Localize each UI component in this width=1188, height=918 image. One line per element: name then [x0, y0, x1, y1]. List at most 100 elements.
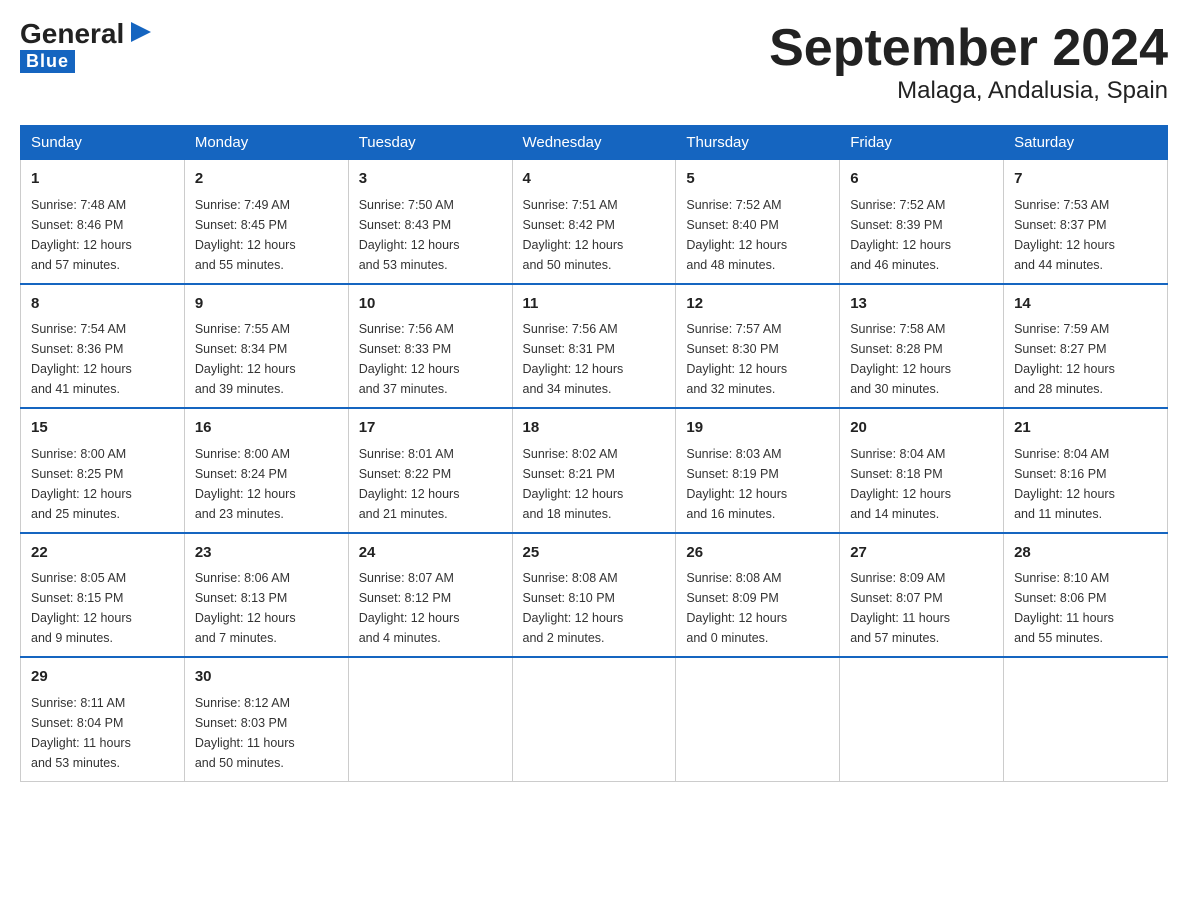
col-friday: Friday: [840, 126, 1004, 160]
day-number: 20: [850, 417, 993, 440]
col-saturday: Saturday: [1004, 126, 1168, 160]
calendar-cell: 16 Sunrise: 8:00 AMSunset: 8:24 PMDayligh…: [184, 408, 348, 533]
day-info: Sunrise: 8:05 AMSunset: 8:15 PMDaylight:…: [31, 568, 174, 648]
day-info: Sunrise: 8:08 AMSunset: 8:10 PMDaylight:…: [523, 568, 666, 648]
day-info: Sunrise: 8:10 AMSunset: 8:06 PMDaylight:…: [1014, 568, 1157, 648]
daylight-line: Daylight: 12 hours: [1014, 362, 1115, 376]
day-info: Sunrise: 8:01 AMSunset: 8:22 PMDaylight:…: [359, 444, 502, 524]
sunrise-line: Sunrise: 7:57 AM: [686, 322, 781, 336]
calendar-cell: 6Sunrise: 7:52 AMSunset: 8:39 PMDaylight…: [840, 160, 1004, 284]
day-number: 10: [359, 293, 502, 316]
day-info: Sunrise: 8:04 AMSunset: 8:18 PMDaylight:…: [850, 444, 993, 524]
sunrise-line: Sunrise: 7:49 AM: [195, 198, 290, 212]
sunset-line: Sunset: 8:22 PM: [359, 467, 451, 481]
calendar-cell: 25Sunrise: 8:08 AMSunset: 8:10 PMDayligh…: [512, 533, 676, 658]
daylight-minutes: and 53 minutes.: [31, 756, 120, 770]
calendar-cell: [1004, 657, 1168, 781]
sunrise-line: Sunrise: 7:51 AM: [523, 198, 618, 212]
daylight-line: Daylight: 12 hours: [359, 487, 460, 501]
sunset-line: Sunset: 8:18 PM: [850, 467, 942, 481]
daylight-line: Daylight: 12 hours: [31, 362, 132, 376]
page-header: General Blue September 2024 Malaga, Anda…: [20, 20, 1168, 105]
daylight-minutes: and 28 minutes.: [1014, 382, 1103, 396]
calendar-week-3: 15Sunrise: 8:00 AMSunset: 8:25 PMDayligh…: [21, 408, 1168, 533]
calendar-cell: 26 Sunrise: 8:08 AMSunset: 8:09 PMDayligh…: [676, 533, 840, 658]
calendar-cell: 11Sunrise: 7:56 AMSunset: 8:31 PMDayligh…: [512, 284, 676, 409]
day-number: 11: [523, 293, 666, 316]
day-number: 25: [523, 542, 666, 565]
day-info: Sunrise: 8:00 AMSunset: 8:24 PMDaylight:…: [195, 444, 338, 524]
daylight-line: Daylight: 12 hours: [195, 487, 296, 501]
daylight-minutes: and 55 minutes.: [195, 258, 284, 272]
daylight-minutes: and 25 minutes.: [31, 507, 120, 521]
daylight-line: Daylight: 12 hours: [31, 611, 132, 625]
daylight-line: Daylight: 12 hours: [850, 487, 951, 501]
day-info: Sunrise: 7:52 AMSunset: 8:39 PMDaylight:…: [850, 195, 993, 275]
calendar-cell: 2Sunrise: 7:49 AMSunset: 8:45 PMDaylight…: [184, 160, 348, 284]
daylight-line: Daylight: 12 hours: [31, 487, 132, 501]
day-number: 16: [195, 417, 338, 440]
sunrise-line: Sunrise: 8:03 AM: [686, 447, 781, 461]
sunrise-line: Sunrise: 8:07 AM: [359, 571, 454, 585]
daylight-minutes: and 55 minutes.: [1014, 631, 1103, 645]
calendar-cell: 22Sunrise: 8:05 AMSunset: 8:15 PMDayligh…: [21, 533, 185, 658]
sunset-line: Sunset: 8:31 PM: [523, 342, 615, 356]
calendar-cell: [840, 657, 1004, 781]
daylight-minutes: and 34 minutes.: [523, 382, 612, 396]
day-number: 3: [359, 168, 502, 191]
sunset-line: Sunset: 8:24 PM: [195, 467, 287, 481]
calendar-cell: 18Sunrise: 8:02 AMSunset: 8:21 PMDayligh…: [512, 408, 676, 533]
daylight-minutes: and 0 minutes.: [686, 631, 768, 645]
day-number: 26: [686, 542, 829, 565]
calendar-cell: 15Sunrise: 8:00 AMSunset: 8:25 PMDayligh…: [21, 408, 185, 533]
daylight-line: Daylight: 12 hours: [195, 362, 296, 376]
daylight-line: Daylight: 12 hours: [686, 487, 787, 501]
sunrise-line: Sunrise: 8:11 AM: [31, 696, 125, 710]
calendar-cell: [676, 657, 840, 781]
logo-general-text: General: [20, 20, 124, 48]
daylight-minutes: and 4 minutes.: [359, 631, 441, 645]
day-number: 17: [359, 417, 502, 440]
day-info: Sunrise: 7:56 AMSunset: 8:33 PMDaylight:…: [359, 319, 502, 399]
calendar-cell: [348, 657, 512, 781]
sunset-line: Sunset: 8:15 PM: [31, 591, 123, 605]
calendar-cell: 10 Sunrise: 7:56 AMSunset: 8:33 PMDayligh…: [348, 284, 512, 409]
sunrise-line: Sunrise: 7:52 AM: [686, 198, 781, 212]
sunset-line: Sunset: 8:19 PM: [686, 467, 778, 481]
sunset-line: Sunset: 8:21 PM: [523, 467, 615, 481]
day-info: Sunrise: 8:08 AMSunset: 8:09 PMDaylight:…: [686, 568, 829, 648]
daylight-minutes: and 46 minutes.: [850, 258, 939, 272]
calendar-cell: 8Sunrise: 7:54 AMSunset: 8:36 PMDaylight…: [21, 284, 185, 409]
daylight-minutes: and 44 minutes.: [1014, 258, 1103, 272]
page-subtitle: Malaga, Andalusia, Spain: [769, 77, 1168, 105]
daylight-line: Daylight: 12 hours: [686, 238, 787, 252]
sunset-line: Sunset: 8:45 PM: [195, 218, 287, 232]
sunset-line: Sunset: 8:34 PM: [195, 342, 287, 356]
calendar-cell: 21Sunrise: 8:04 AMSunset: 8:16 PMDayligh…: [1004, 408, 1168, 533]
day-number: 12: [686, 293, 829, 316]
title-block: September 2024 Malaga, Andalusia, Spain: [769, 20, 1168, 105]
day-info: Sunrise: 7:55 AM Sunset: 8:34 PM Daylight:…: [195, 319, 338, 399]
page-title: September 2024: [769, 20, 1168, 77]
sunset-line: Sunset: 8:06 PM: [1014, 591, 1106, 605]
sunset-line: Sunset: 8:16 PM: [1014, 467, 1106, 481]
day-number: 21: [1014, 417, 1157, 440]
calendar-cell: 27Sunrise: 8:09 AMSunset: 8:07 PMDayligh…: [840, 533, 1004, 658]
calendar-cell: 29Sunrise: 8:11 AMSunset: 8:04 PMDayligh…: [21, 657, 185, 781]
calendar-cell: 24Sunrise: 8:07 AMSunset: 8:12 PMDayligh…: [348, 533, 512, 658]
sunrise-line: Sunrise: 7:55 AM: [195, 322, 290, 336]
calendar-cell: 14Sunrise: 7:59 AMSunset: 8:27 PMDayligh…: [1004, 284, 1168, 409]
sunrise-line: Sunrise: 8:04 AM: [1014, 447, 1109, 461]
daylight-line: Daylight: 12 hours: [359, 362, 460, 376]
day-number: 9: [195, 293, 338, 316]
day-info: Sunrise: 7:48 AMSunset: 8:46 PMDaylight:…: [31, 195, 174, 275]
sunrise-line: Sunrise: 8:10 AM: [1014, 571, 1109, 585]
day-number: 23: [195, 542, 338, 565]
col-monday: Monday: [184, 126, 348, 160]
sunrise-line: Sunrise: 8:08 AM: [523, 571, 618, 585]
day-info: Sunrise: 7:49 AMSunset: 8:45 PMDaylight:…: [195, 195, 338, 275]
calendar-week-2: 8Sunrise: 7:54 AMSunset: 8:36 PMDaylight…: [21, 284, 1168, 409]
calendar-cell: 28Sunrise: 8:10 AMSunset: 8:06 PMDayligh…: [1004, 533, 1168, 658]
sunset-line: Sunset: 8:28 PM: [850, 342, 942, 356]
sunset-line: Sunset: 8:10 PM: [523, 591, 615, 605]
